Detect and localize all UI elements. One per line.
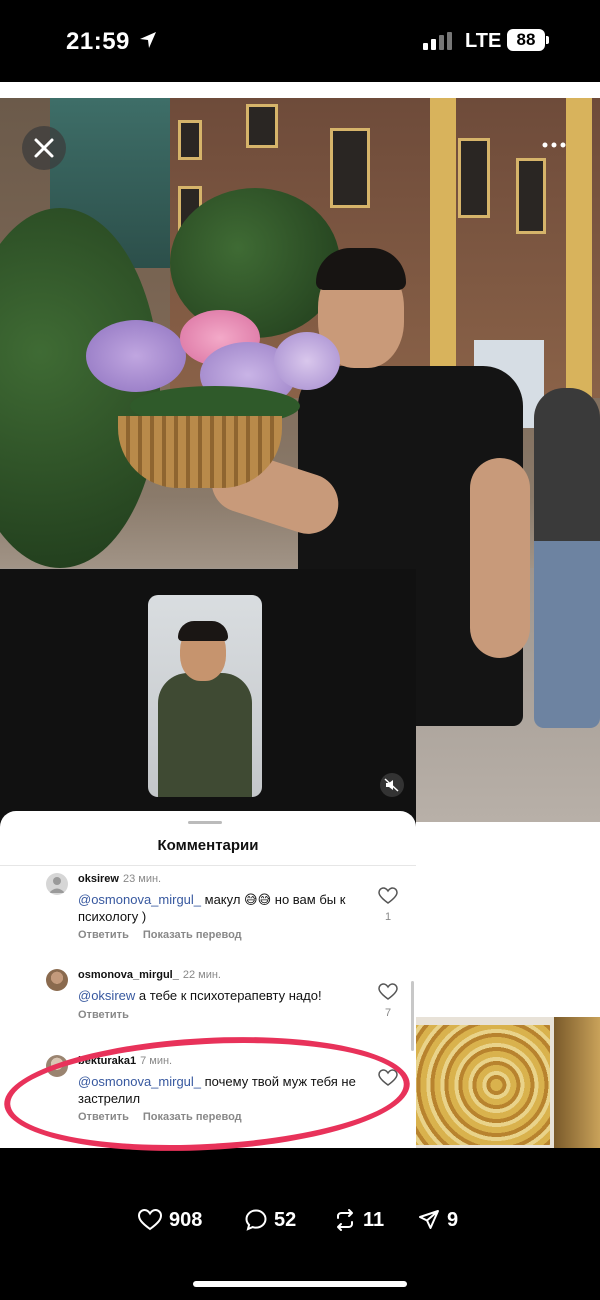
scrollbar[interactable]	[411, 981, 414, 1051]
battery-icon: 88	[507, 29, 545, 51]
home-indicator[interactable]	[193, 1281, 407, 1287]
mute-icon	[384, 778, 399, 792]
passerby	[534, 388, 600, 728]
like-heart-icon[interactable]	[378, 983, 398, 1001]
video-person-body	[158, 673, 252, 797]
carpet-image	[416, 1017, 600, 1148]
window	[330, 128, 370, 208]
divider	[0, 865, 416, 866]
status-time: 21:59	[66, 28, 130, 55]
comment-actions: Ответить	[78, 1009, 129, 1021]
like-count: 908	[169, 1208, 203, 1231]
mute-button[interactable]	[380, 773, 404, 797]
door-frame	[554, 1017, 600, 1148]
comment-body: а тебе к психотерапевту надо!	[135, 988, 322, 1003]
status-bar: 21:59 LTE 88	[0, 0, 600, 80]
comment-bubble-icon	[245, 1209, 267, 1231]
window	[246, 104, 278, 148]
man-arm	[470, 458, 530, 658]
like-heart-icon[interactable]	[378, 887, 398, 905]
network-type: LTE	[465, 30, 502, 52]
comment-item: oksirew 23 мин. @osmonova_mirgul_ макул 😅…	[0, 873, 416, 963]
mention-link[interactable]: @osmonova_mirgul_	[78, 892, 201, 907]
window	[178, 120, 202, 160]
repost-count: 11	[363, 1208, 385, 1231]
share-button[interactable]: 9	[417, 1200, 458, 1240]
comment-button[interactable]: 52	[244, 1200, 296, 1240]
like-count: 7	[384, 1007, 392, 1019]
comment-time: 22 мин.	[182, 969, 221, 981]
media-viewer: Комментарии oksirew 23 мин. @osmonova_mir…	[0, 82, 600, 1148]
mention-link[interactable]: @oksirew	[78, 988, 135, 1003]
repost-icon	[337, 1209, 353, 1231]
comment-text: @oksirew а тебе к психотерапевту надо!	[78, 987, 362, 1004]
avatar[interactable]	[46, 969, 68, 991]
comment-username[interactable]: osmonova_mirgul_ 22 мин.	[78, 969, 221, 981]
show-translation-button[interactable]: Показать перевод	[143, 929, 242, 941]
comment-count: 52	[274, 1208, 297, 1231]
close-button[interactable]	[22, 126, 66, 170]
repost-button[interactable]: 11	[333, 1200, 384, 1240]
default-avatar-icon	[49, 877, 65, 893]
hydrangea	[86, 320, 186, 392]
comment-text: @osmonova_mirgul_ макул 😅😅 но вам бы к п…	[78, 891, 362, 925]
carpet-pattern	[416, 1025, 550, 1145]
close-icon	[34, 138, 54, 158]
sheet-title: Комментарии	[157, 837, 259, 854]
share-count: 9	[447, 1208, 459, 1231]
sheet-grabber[interactable]	[188, 821, 222, 824]
location-arrow-icon	[140, 32, 156, 48]
comment-time: 23 мин.	[122, 873, 162, 885]
post-actions-bar: 908 52 11 9	[0, 1200, 600, 1240]
battery-tip	[546, 36, 549, 44]
hydrangea	[274, 332, 340, 390]
column	[430, 98, 456, 398]
like-count: 1	[384, 911, 392, 923]
comment-username-text: oksirew	[78, 873, 119, 885]
window	[516, 158, 546, 234]
cellular-signal-icon	[423, 32, 452, 50]
heart-icon	[137, 1208, 163, 1231]
reply-button[interactable]: Ответить	[78, 929, 129, 941]
video-thumbnail[interactable]	[148, 595, 262, 797]
window	[458, 138, 490, 218]
comment-actions: Ответить Показать перевод	[78, 929, 242, 941]
more-options-icon[interactable]	[540, 138, 570, 152]
comment-username-text: osmonova_mirgul_	[78, 969, 179, 981]
comment-username[interactable]: oksirew 23 мин.	[78, 873, 161, 885]
reply-button[interactable]: Ответить	[78, 1009, 129, 1021]
man-hair	[316, 248, 406, 290]
send-icon	[419, 1210, 439, 1229]
video-person-hair	[178, 621, 228, 641]
avatar[interactable]	[46, 873, 68, 895]
like-button[interactable]: 908	[137, 1200, 202, 1240]
